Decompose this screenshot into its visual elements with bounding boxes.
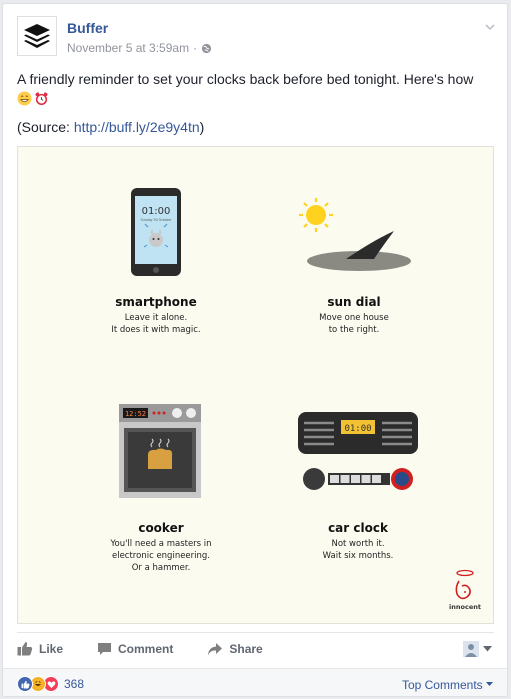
cooker-title: cooker (138, 521, 184, 535)
smartphone-title: smartphone (115, 295, 197, 309)
like-label: Like (39, 641, 64, 656)
innocent-logo-icon: innocent (449, 569, 481, 611)
comment-button[interactable]: Comment (97, 642, 173, 656)
comment-sort-dropdown[interactable]: Top Comments (402, 678, 493, 692)
reaction-summary[interactable]: 368 (17, 676, 84, 692)
cooker-line2: electronic engineering. (111, 551, 211, 561)
post-text: A friendly reminder to set your clocks b… (17, 70, 497, 108)
sundial-line1: Move one house (319, 313, 389, 323)
sundial-title: sun dial (327, 295, 381, 309)
globe-icon[interactable] (201, 43, 212, 54)
caret-down-icon (483, 646, 492, 652)
buffer-logo-avatar[interactable] (17, 16, 57, 56)
post-card: Buffer November 5 at 3:59am · A friendly… (2, 3, 508, 697)
grinning-emoji-icon (17, 91, 32, 106)
carclock-line2: Wait six months. (322, 551, 394, 561)
comment-label: Comment (118, 641, 174, 656)
smartphone-illustration: 01:00 Sunday 30 October (131, 188, 181, 276)
share-arrow-icon (208, 642, 223, 655)
post-header: Buffer November 5 at 3:59am · (17, 16, 497, 64)
source-prefix: (Source: (17, 119, 74, 135)
page-avatar-icon (463, 641, 479, 657)
car-radio-illustration: 01:00 (298, 412, 418, 490)
sort-caret-icon (486, 682, 493, 686)
post-as-selector[interactable] (463, 641, 492, 657)
source-suffix: ) (199, 119, 205, 135)
alarm-clock-emoji-icon (35, 92, 48, 106)
chevron-down-icon[interactable] (483, 20, 497, 34)
reactions-footer: 368 Top Comments (3, 668, 507, 696)
comment-icon (98, 642, 112, 655)
cooker-caption: cooker You'll need a masters in electron… (96, 521, 226, 574)
share-label: Share (229, 641, 263, 656)
smartphone-line1: Leave it alone. (124, 313, 188, 323)
timestamp[interactable]: November 5 at 3:59am (67, 41, 189, 55)
comment-sort-label: Top Comments (401, 678, 483, 692)
carclock-display-time: 01:00 (344, 424, 371, 434)
reaction-count[interactable]: 368 (64, 677, 84, 691)
thumbs-up-icon (17, 642, 33, 656)
sundial-line2: to the right. (328, 325, 380, 335)
action-bar: Like Comment Share (17, 632, 494, 664)
cooker-illustration: 12:52 (119, 404, 201, 498)
buffer-logo-icon (24, 24, 50, 48)
post-source: (Source: http://buff.ly/2e9y4tn) (17, 119, 204, 135)
carclock-title: car clock (328, 521, 388, 535)
like-reaction-icon (17, 676, 33, 692)
meta-separator: · (193, 41, 198, 55)
smartphone-line2: It does it with magic. (111, 325, 201, 335)
innocent-brand-text: innocent (449, 603, 481, 611)
sundial-illustration (299, 198, 411, 271)
post-message: A friendly reminder to set your clocks b… (17, 71, 474, 87)
cooker-display-time: 12:52 (125, 410, 146, 418)
carclock-line1: Not worth it. (331, 539, 385, 549)
post-image[interactable]: 01:00 Sunday 30 October smartphone Leave… (17, 146, 494, 624)
like-button[interactable]: Like (17, 641, 63, 656)
post-meta: November 5 at 3:59am · (67, 41, 212, 55)
cooker-line1: You'll need a masters in (110, 539, 212, 549)
carclock-caption: car clock Not worth it. Wait six months. (296, 521, 420, 562)
smartphone-caption: smartphone Leave it alone. It does it wi… (96, 295, 216, 336)
smartphone-screen-date: Sunday 30 October (141, 218, 172, 222)
smartphone-screen-time: 01:00 (142, 206, 171, 217)
sundial-caption: sun dial Move one house to the right. (294, 295, 414, 336)
source-link[interactable]: http://buff.ly/2e9y4tn (74, 119, 200, 135)
cooker-line3: Or a hammer. (131, 563, 191, 573)
share-button[interactable]: Share (207, 641, 263, 656)
author-name[interactable]: Buffer (67, 20, 108, 36)
